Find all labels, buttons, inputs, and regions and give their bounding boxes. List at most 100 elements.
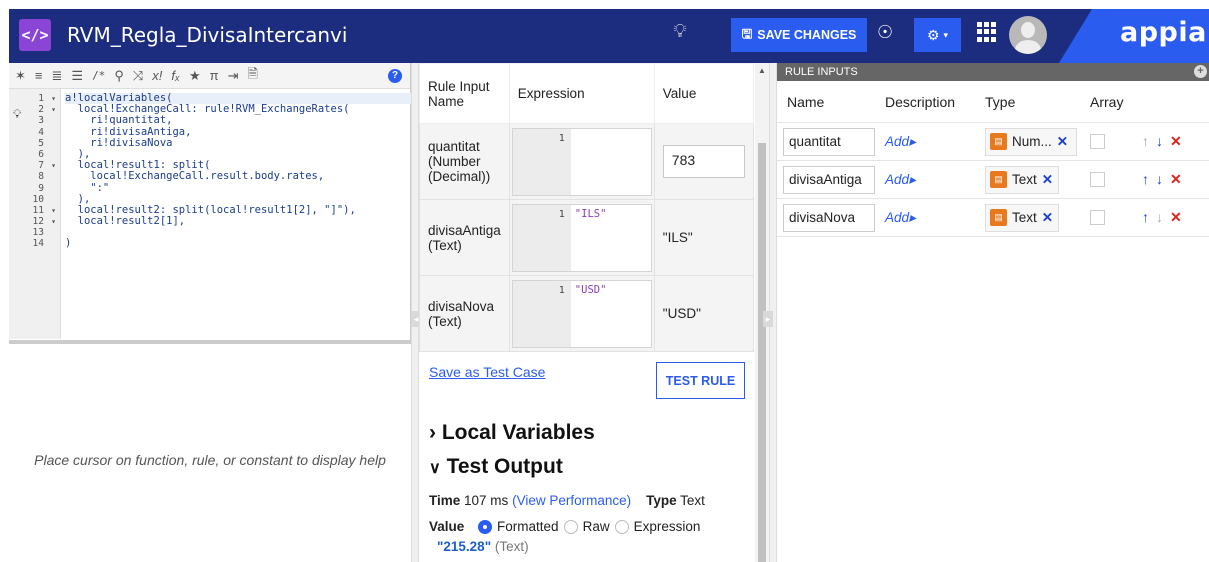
fold-arrow-icon[interactable]: ▾ — [51, 205, 56, 216]
expr-code[interactable] — [571, 129, 579, 195]
scroll-thumb[interactable] — [758, 143, 766, 562]
scroll-up-icon[interactable]: ▲ — [758, 66, 766, 75]
formatted-label[interactable]: Formatted — [497, 519, 559, 534]
move-up-icon[interactable]: ↑ — [1142, 209, 1149, 226]
fold-arrow-icon[interactable]: ▾ — [51, 160, 56, 171]
input-name-field[interactable]: divisaNova — [783, 203, 875, 232]
expression-field[interactable]: 1 "USD" — [511, 279, 652, 348]
test-output-section[interactable]: ∨ Test Output — [429, 455, 563, 479]
column-header: Value — [653, 63, 754, 124]
shuffle-icon[interactable]: ⤨ — [133, 68, 143, 84]
code-line[interactable] — [65, 227, 411, 238]
move-down-icon[interactable]: ↓ — [1156, 209, 1163, 226]
input-name-field[interactable]: quantitat — [783, 127, 875, 156]
code-line[interactable]: local!result2[1], — [65, 215, 411, 227]
fold-arrow-icon[interactable]: ▾ — [51, 93, 56, 104]
input-name-field[interactable]: divisaAntiga — [783, 165, 875, 194]
expr-code[interactable]: "ILS" — [571, 205, 611, 271]
code-line[interactable]: ri!divisaNova — [65, 137, 411, 149]
add-input-icon[interactable]: + — [1194, 65, 1207, 78]
add-description-link[interactable]: Add▸ — [885, 172, 916, 187]
help-icon[interactable]: ? — [388, 68, 402, 83]
save-changes-button[interactable]: 🖫︎ SAVE CHANGES — [731, 18, 867, 52]
indent-icon[interactable]: ≡ — [35, 68, 43, 83]
expression-radio[interactable] — [614, 519, 629, 534]
hint-lightbulb-icon[interactable]: 💡︎ — [13, 107, 21, 122]
remove-type-icon[interactable]: ✕ — [1042, 210, 1053, 226]
add-description-link[interactable]: Add▸ — [885, 210, 916, 225]
code-line[interactable]: local!ExchangeCall.result.body.rates, — [65, 171, 411, 182]
add-label: Add — [885, 209, 910, 225]
expression-field[interactable]: 1 "ILS" — [511, 203, 652, 272]
code-line[interactable]: ":" — [65, 182, 411, 194]
chevron-down-icon: ∨ — [429, 460, 441, 477]
type-picker[interactable]: ▤ Num... ✕ — [985, 127, 1077, 156]
expr-line-number: 1 — [512, 128, 571, 195]
type-picker[interactable]: ▤ Text ✕ — [985, 165, 1059, 194]
rule-input-row: divisaNova Add▸ ▤ Text ✕ ↑ ↓ ✕ — [777, 199, 1209, 237]
save-as-test-case-link[interactable]: Save as Test Case — [429, 364, 545, 380]
app-grid-icon[interactable] — [977, 22, 997, 42]
star-icon[interactable]: ★ — [189, 68, 201, 84]
line-number: 8 — [38, 171, 44, 183]
outdent-icon[interactable]: ≣ — [52, 68, 63, 84]
array-checkbox[interactable] — [1090, 134, 1105, 149]
type-label: Text — [1012, 210, 1037, 225]
value-input[interactable]: 783 — [662, 145, 745, 178]
fold-arrow-icon[interactable]: ▾ — [51, 216, 56, 227]
value-label: Value — [429, 519, 465, 534]
code-line[interactable]: ri!quantitat, — [65, 115, 411, 126]
local-variables-section[interactable]: › Local Variables — [429, 421, 595, 445]
wand-icon[interactable]: ✶ — [15, 68, 26, 84]
type-picker[interactable]: ▤ Text ✕ — [985, 203, 1059, 232]
remove-type-icon[interactable]: ✕ — [1042, 172, 1053, 188]
data-type-icon: ▤ — [990, 171, 1007, 188]
move-down-icon[interactable]: ↓ — [1156, 133, 1163, 150]
document-icon[interactable]: 🗎︎ — [248, 65, 258, 87]
view-performance-link[interactable]: (View Performance) — [512, 493, 631, 508]
array-checkbox[interactable] — [1090, 172, 1105, 187]
editor-toolbar: ✶ ≡ ≣ ☰ /* ⚲ ⤨ x! fₓ ★ π ⇥ 🗎︎ ? — [9, 63, 410, 89]
result-value: "215.28" — [437, 539, 492, 554]
code-line[interactable]: ) — [65, 238, 411, 249]
user-avatar[interactable] — [1009, 16, 1047, 54]
search-icon[interactable]: ⚲ — [114, 68, 124, 84]
formatted-radio[interactable] — [478, 519, 493, 534]
line-number: 12 — [32, 216, 44, 228]
pi-icon[interactable]: π — [210, 68, 219, 83]
add-label: Add — [885, 171, 910, 187]
delete-icon[interactable]: ✕ — [1170, 209, 1182, 226]
local-variables-title: Local Variables — [441, 421, 595, 444]
editor-divider[interactable] — [9, 340, 411, 344]
expr-code[interactable]: "USD" — [571, 281, 611, 347]
export-icon[interactable]: ⇥ — [228, 68, 239, 84]
collapse-right-icon[interactable]: ▸ — [763, 311, 773, 327]
delete-icon[interactable]: ✕ — [1170, 171, 1182, 188]
format-row: Value Formatted Raw Expression — [429, 519, 700, 534]
expression-field[interactable]: 1 — [511, 127, 652, 196]
clear-icon[interactable]: x! — [152, 68, 162, 83]
lightbulb-icon[interactable]: 💡︎ — [668, 21, 692, 43]
function-icon[interactable]: fₓ — [171, 68, 180, 83]
dependents-icon[interactable]: ☉ — [877, 22, 893, 43]
fold-arrow-icon[interactable]: ▾ — [51, 104, 56, 115]
line-number: 2 — [38, 104, 44, 116]
comment-icon[interactable]: /* — [92, 69, 105, 82]
move-down-icon[interactable]: ↓ — [1156, 171, 1163, 188]
add-description-link[interactable]: Add▸ — [885, 134, 916, 149]
move-up-icon[interactable]: ↑ — [1142, 171, 1149, 188]
test-output-title: Test Output — [446, 455, 563, 478]
list-icon[interactable]: ☰ — [71, 68, 83, 84]
input-name: divisaNova (Text) — [419, 275, 510, 352]
delete-icon[interactable]: ✕ — [1170, 133, 1182, 150]
array-checkbox[interactable] — [1090, 210, 1105, 225]
remove-type-icon[interactable]: ✕ — [1057, 134, 1068, 150]
settings-menu-button[interactable]: ⚙ ▾ — [914, 18, 961, 52]
test-rule-button[interactable]: TEST RULE — [656, 362, 745, 399]
raw-radio[interactable] — [563, 519, 578, 534]
move-up-icon[interactable]: ↑ — [1142, 133, 1149, 150]
appian-logo: appian — [1120, 17, 1209, 48]
raw-label[interactable]: Raw — [583, 519, 610, 534]
expression-label[interactable]: Expression — [634, 519, 701, 534]
code-area[interactable]: a!localVariables( local!ExchangeCall: ru… — [61, 89, 411, 250]
